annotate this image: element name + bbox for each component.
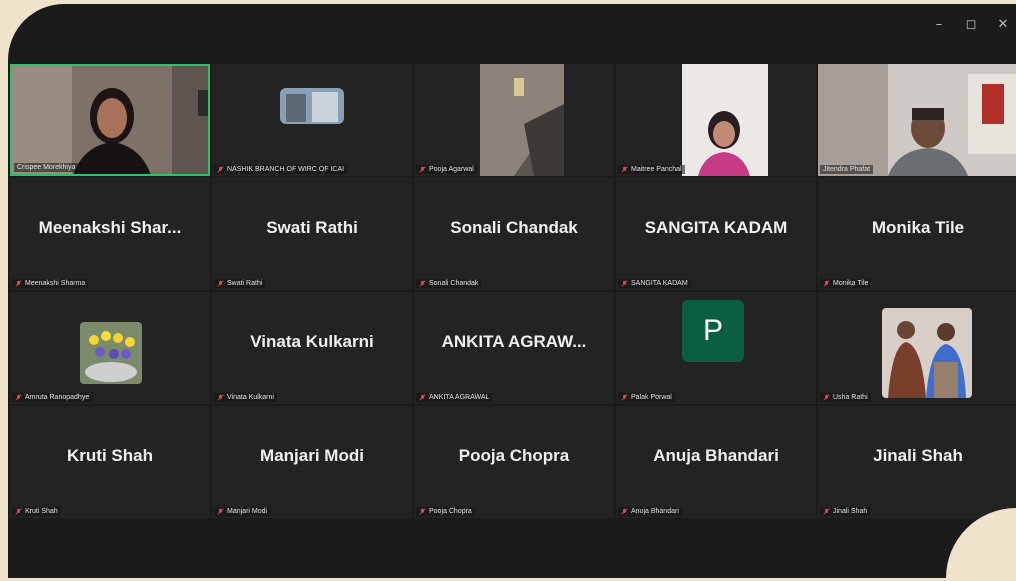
participant-tile[interactable]: Monika Tile Monika Tile: [818, 178, 1016, 290]
participant-tile[interactable]: Pooja Chopra Pooja Chopra: [414, 406, 614, 518]
participant-name-label: Kruti Shah: [12, 507, 61, 516]
participant-display-name: Sonali Chandak: [450, 218, 578, 237]
muted-mic-icon: [15, 394, 22, 401]
participant-profile-photo: [818, 292, 1016, 404]
participant-name-label: Sonali Chandak: [416, 279, 482, 288]
participant-tile[interactable]: Kruti Shah Kruti Shah: [10, 406, 210, 518]
participant-avatar: P: [682, 300, 744, 362]
participant-tile[interactable]: ANKITA AGRAW... ANKITA AGRAWAL: [414, 292, 614, 404]
participant-video: [12, 66, 208, 174]
participant-display-name: Swati Rathi: [266, 218, 358, 237]
participant-name-label: Usha Rathi: [820, 393, 871, 402]
participant-name-label: Anuja Bhandari: [618, 507, 682, 516]
muted-mic-icon: [15, 280, 22, 287]
participant-name-label: Meenakshi Sharma: [12, 279, 89, 288]
participant-display-name: ANKITA AGRAW...: [441, 332, 587, 351]
participant-name-label: Pooja Chopra: [416, 507, 475, 516]
participant-video: [818, 64, 1016, 176]
participant-tile[interactable]: Anuja Bhandari Anuja Bhandari: [616, 406, 816, 518]
participant-display-name: Manjari Modi: [260, 446, 364, 465]
participant-name-label: Palak Porwal: [618, 393, 675, 402]
participant-profile-photo: [10, 292, 210, 404]
close-icon[interactable]: ✕: [996, 18, 1010, 32]
muted-mic-icon: [823, 508, 830, 515]
participant-tile[interactable]: Usha Rathi: [818, 292, 1016, 404]
muted-mic-icon: [419, 280, 426, 287]
participant-display-name: Jinali Shah: [873, 446, 963, 465]
participant-video: [212, 64, 412, 176]
muted-mic-icon: [217, 508, 224, 515]
participant-tile[interactable]: Vinata Kulkarni Vinata Kulkarni: [212, 292, 412, 404]
participant-tile[interactable]: Crispee Morekhiya: [10, 64, 210, 176]
participant-name-label: ANKITA AGRAWAL: [416, 393, 493, 402]
muted-mic-icon: [823, 394, 830, 401]
participant-name-label: Manjari Modi: [214, 507, 271, 516]
window-controls: – ◻ ✕: [932, 18, 1010, 32]
gallery-grid: Crispee Morekhiya NASHIK BRANCH OF WIRC …: [10, 64, 1016, 522]
participant-tile[interactable]: Pooja Agarwal: [414, 64, 614, 176]
participant-display-name: Pooja Chopra: [458, 446, 570, 465]
muted-mic-icon: [621, 394, 628, 401]
muted-mic-icon: [419, 508, 426, 515]
participant-display-name: Kruti Shah: [67, 446, 153, 465]
muted-mic-icon: [621, 166, 628, 173]
muted-mic-icon: [621, 508, 628, 515]
muted-mic-icon: [419, 394, 426, 401]
participant-display-name: SANGITA KADAM: [644, 218, 788, 237]
participant-tile[interactable]: P Palak Porwal: [616, 292, 816, 404]
participant-display-name: Meenakshi Shar...: [38, 218, 182, 237]
maximize-icon[interactable]: ◻: [964, 18, 978, 32]
muted-mic-icon: [419, 166, 426, 173]
minimize-icon[interactable]: –: [932, 18, 946, 32]
participant-tile[interactable]: Meenakshi Shar... Meenakshi Sharma: [10, 178, 210, 290]
participant-tile[interactable]: SANGITA KADAM SANGITA KADAM: [616, 178, 816, 290]
participant-name-label: Crispee Morekhiya: [14, 163, 79, 172]
participant-tile[interactable]: Manjari Modi Manjari Modi: [212, 406, 412, 518]
participant-display-name: Monika Tile: [871, 218, 965, 237]
muted-mic-icon: [217, 394, 224, 401]
participant-name-label: Maitree Panchal: [618, 165, 685, 174]
participant-tile[interactable]: NASHIK BRANCH OF WIRC OF ICAI: [212, 64, 412, 176]
participant-video: [616, 64, 816, 176]
participant-tile[interactable]: Jinali Shah Jinali Shah: [818, 406, 1016, 518]
muted-mic-icon: [15, 508, 22, 515]
participant-display-name: Anuja Bhandari: [653, 446, 779, 465]
participant-tile[interactable]: Jitendra Phafat: [818, 64, 1016, 176]
participant-name-label: Amruta Ranopadhye: [12, 393, 93, 402]
participant-tile[interactable]: Swati Rathi Swati Rathi: [212, 178, 412, 290]
participant-name-label: Vinata Kulkarni: [214, 393, 277, 402]
muted-mic-icon: [621, 280, 628, 287]
muted-mic-icon: [217, 166, 224, 173]
participant-name-label: Pooja Agarwal: [416, 165, 477, 174]
title-bar: – ◻ ✕: [8, 4, 1016, 44]
participant-tile[interactable]: Amruta Ranopadhye: [10, 292, 210, 404]
participant-name-label: Jitendra Phafat: [820, 165, 874, 174]
participant-name-label: NASHIK BRANCH OF WIRC OF ICAI: [214, 165, 348, 174]
meeting-window: – ◻ ✕ Crispee Morekhiya NASHIK BRANCH OF…: [8, 4, 1016, 578]
participant-display-name: Vinata Kulkarni: [250, 332, 374, 351]
participant-video: [414, 64, 614, 176]
muted-mic-icon: [823, 280, 830, 287]
participant-name-label: Monika Tile: [820, 279, 872, 288]
muted-mic-icon: [217, 280, 224, 287]
participant-tile[interactable]: Sonali Chandak Sonali Chandak: [414, 178, 614, 290]
participant-name-label: Jinali Shah: [820, 507, 871, 516]
participant-tile[interactable]: Maitree Panchal: [616, 64, 816, 176]
participant-name-label: SANGITA KADAM: [618, 279, 691, 288]
participant-name-label: Swati Rathi: [214, 279, 266, 288]
